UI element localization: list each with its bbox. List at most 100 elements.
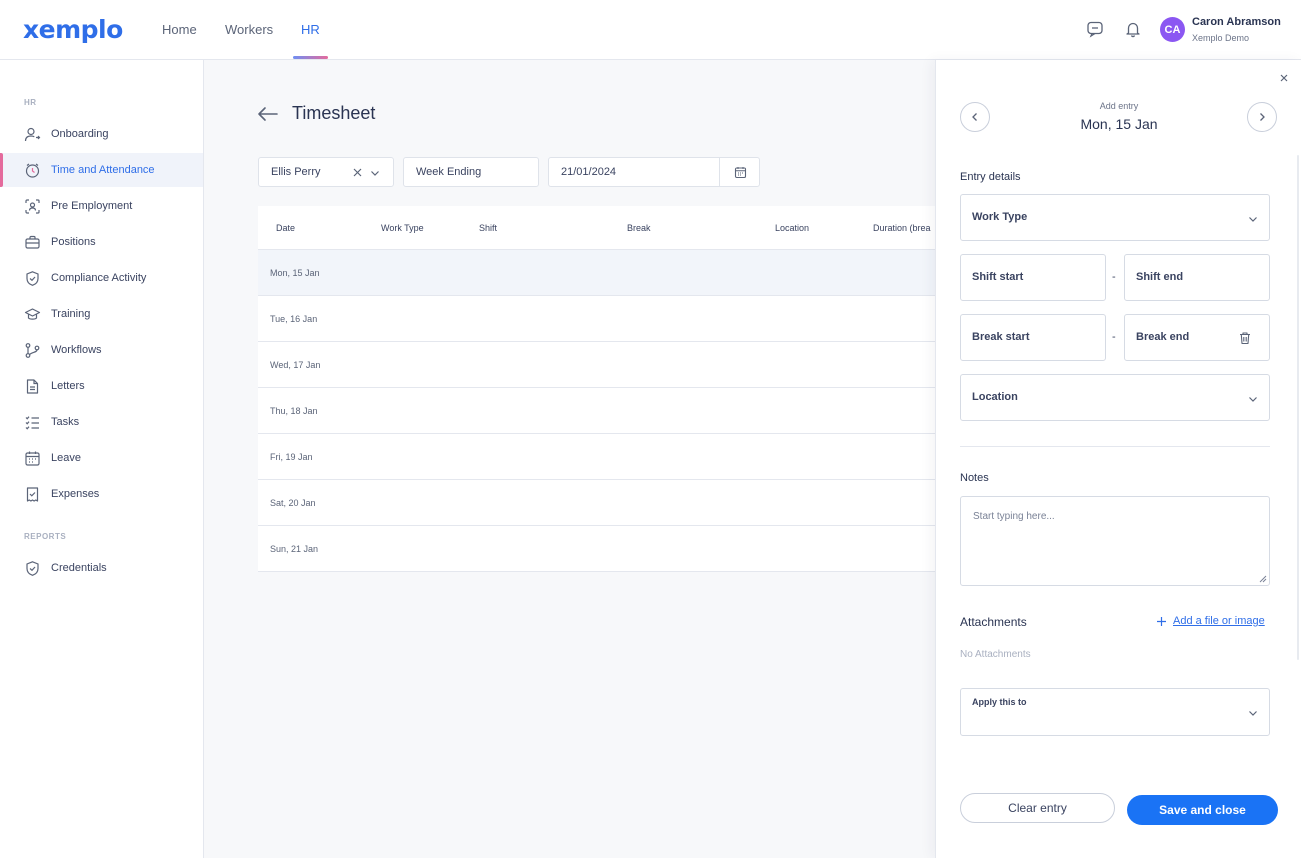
entry-details-heading: Entry details — [960, 171, 1021, 183]
worker-select-value: Ellis Perry — [271, 166, 321, 178]
nav-hr[interactable]: HR — [301, 22, 320, 37]
notes-placeholder: Start typing here... — [973, 511, 1055, 522]
sidebar-item-label: Tasks — [51, 416, 80, 428]
calendar-icon — [24, 450, 41, 467]
sidebar-item-letters[interactable]: Letters — [0, 369, 203, 403]
location-select[interactable]: Location — [960, 374, 1270, 421]
xemplo-logo[interactable]: xemplo — [23, 15, 123, 44]
plus-icon — [1156, 616, 1167, 627]
add-file-label: Add a file or image — [1173, 615, 1265, 627]
sidebar-item-label: Expenses — [51, 488, 100, 500]
table-row[interactable]: Tue, 16 Jan — [258, 296, 935, 342]
table-row[interactable]: Thu, 18 Jan — [258, 388, 935, 434]
document-icon — [24, 378, 41, 395]
column-header: Break — [627, 223, 651, 233]
break-end-label: Break end — [1136, 331, 1190, 343]
trash-icon[interactable] — [1238, 331, 1252, 345]
period-select-value: Week Ending — [416, 166, 482, 178]
sidebar-item-leave[interactable]: Leave — [0, 441, 203, 475]
sidebar-item-pre-employment[interactable]: Pre Employment — [0, 189, 203, 223]
calendar-icon — [734, 166, 747, 179]
table-row[interactable]: Sat, 20 Jan — [258, 480, 935, 526]
column-header: Date — [276, 223, 296, 233]
sidebar-item-label: Time and Attendance — [51, 164, 155, 176]
clock-icon — [24, 162, 41, 179]
drawer-scrollbar[interactable] — [1297, 155, 1299, 660]
shift-start-field[interactable]: Shift start — [960, 254, 1106, 301]
nav-workers[interactable]: Workers — [225, 22, 273, 37]
chevron-down-icon[interactable] — [369, 167, 381, 179]
sidebar-item-label: Onboarding — [51, 128, 109, 140]
location-label: Location — [972, 391, 1018, 403]
workflow-icon — [24, 342, 41, 359]
drawer-subtitle: Add entry — [1099, 101, 1139, 111]
user-name[interactable]: Caron Abramson — [1192, 16, 1281, 28]
chat-icon[interactable] — [1086, 20, 1104, 38]
page-title: Timesheet — [292, 103, 376, 123]
table-row[interactable]: Wed, 17 Jan — [258, 342, 935, 388]
sidebar-item-onboarding[interactable]: Onboarding — [0, 117, 203, 151]
date-cell: Wed, 17 Jan — [270, 360, 321, 370]
sidebar-item-tasks[interactable]: Tasks — [0, 405, 203, 439]
back-arrow-icon[interactable] — [256, 103, 280, 125]
date-picker-button[interactable] — [719, 157, 760, 187]
sidebar-section-reports: REPORTS — [24, 532, 67, 541]
resize-handle-icon[interactable] — [1259, 575, 1267, 583]
sidebar-item-compliance-activity[interactable]: Compliance Activity — [0, 261, 203, 295]
save-and-close-button[interactable]: Save and close — [1127, 795, 1278, 825]
work-type-select[interactable]: Work Type — [960, 194, 1270, 241]
notes-textarea[interactable]: Start typing here... — [960, 496, 1270, 586]
chevron-down-icon — [1247, 393, 1259, 405]
break-start-field[interactable]: Break start — [960, 314, 1106, 361]
sidebar-item-positions[interactable]: Positions — [0, 225, 203, 259]
sidebar-item-credentials[interactable]: Credentials — [0, 551, 203, 585]
range-separator: - — [1112, 271, 1116, 283]
sidebar-item-label: Letters — [51, 380, 85, 392]
sidebar-item-label: Credentials — [51, 562, 107, 574]
nav-home[interactable]: Home — [162, 22, 197, 37]
sidebar-item-workflows[interactable]: Workflows — [0, 333, 203, 367]
sidebar-item-training[interactable]: Training — [0, 297, 203, 331]
sidebar-section-hr: HR — [24, 98, 37, 107]
apply-to-select[interactable]: Apply this to — [960, 688, 1270, 736]
column-header: Work Type — [381, 223, 424, 233]
sidebar-item-label: Leave — [51, 452, 81, 464]
date-input[interactable]: 21/01/2024 — [548, 157, 720, 187]
receipt-icon — [24, 486, 41, 503]
break-start-label: Break start — [972, 331, 1030, 343]
table-row[interactable]: Fri, 19 Jan — [258, 434, 935, 480]
graduation-cap-icon — [24, 306, 41, 323]
sidebar-item-time-and-attendance[interactable]: Time and Attendance — [0, 153, 203, 187]
shift-start-label: Shift start — [972, 271, 1024, 283]
date-cell: Fri, 19 Jan — [270, 452, 313, 462]
column-header: Shift — [479, 223, 498, 233]
worker-select[interactable]: Ellis Perry — [258, 157, 394, 187]
sidebar-item-expenses[interactable]: Expenses — [0, 477, 203, 511]
clear-entry-button[interactable]: Clear entry — [960, 793, 1115, 823]
avatar[interactable]: CA — [1160, 17, 1185, 42]
sidebar-item-label: Compliance Activity — [51, 272, 147, 284]
shift-end-field[interactable]: Shift end — [1124, 254, 1270, 301]
column-header: Duration (brea — [873, 223, 931, 233]
date-cell: Sun, 21 Jan — [270, 544, 319, 554]
close-icon[interactable] — [1277, 71, 1291, 85]
break-end-field[interactable]: Break end — [1124, 314, 1270, 361]
notes-heading: Notes — [960, 472, 989, 484]
period-select[interactable]: Week Ending — [403, 157, 539, 187]
divider — [960, 446, 1270, 447]
user-organisation: Xemplo Demo — [1192, 33, 1250, 43]
add-file-link[interactable]: Add a file or image — [1156, 615, 1265, 627]
bell-icon[interactable] — [1124, 20, 1142, 38]
user-scan-icon — [24, 198, 41, 215]
sidebar: HR Onboarding Time and Attendance Pre Em… — [0, 60, 204, 858]
date-cell: Thu, 18 Jan — [270, 406, 318, 416]
attachments-heading: Attachments — [960, 615, 1027, 629]
date-input-value: 21/01/2024 — [561, 166, 617, 178]
shift-end-label: Shift end — [1136, 271, 1184, 283]
sidebar-item-label: Pre Employment — [51, 200, 133, 212]
next-day-button[interactable] — [1247, 102, 1277, 132]
table-row[interactable]: Mon, 15 Jan — [258, 250, 935, 296]
user-add-icon — [24, 126, 41, 143]
table-row[interactable]: Sun, 21 Jan — [258, 526, 935, 572]
clear-icon[interactable] — [352, 167, 363, 178]
